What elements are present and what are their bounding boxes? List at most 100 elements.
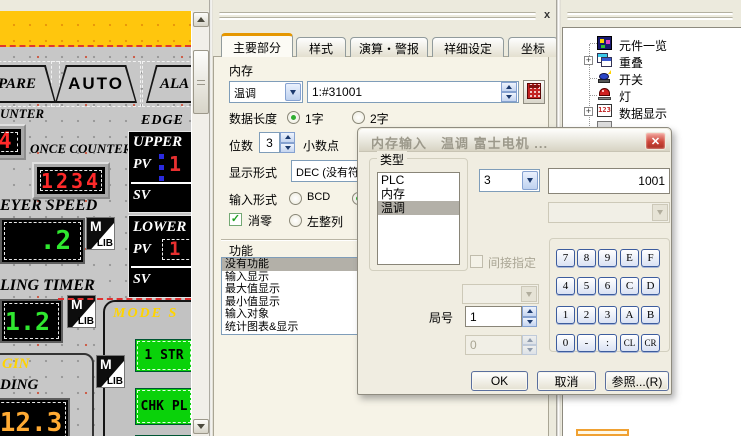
combo-arrow-icon[interactable]	[522, 171, 538, 190]
function-item[interactable]: 输入显示	[222, 271, 357, 284]
panel-grip[interactable]	[567, 17, 733, 20]
radio-1word[interactable]	[287, 111, 300, 124]
counter-display[interactable]: 4	[0, 124, 26, 160]
hmi-yellow-bar[interactable]	[0, 11, 191, 47]
memory-address-input[interactable]	[307, 81, 519, 103]
lower-loop-panel[interactable]: LOWER PV 1 SV	[128, 215, 191, 298]
keypad-key-0[interactable]: 0	[556, 334, 575, 352]
keypad-key-8[interactable]: 8	[577, 249, 596, 267]
speed-display[interactable]: .2	[0, 218, 85, 264]
panel-grip[interactable]	[219, 12, 536, 15]
mlib-badge-icon[interactable]: M LIB	[86, 217, 115, 250]
memory-reference-button[interactable]	[523, 80, 545, 104]
orange-selection-fragment[interactable]	[576, 429, 629, 436]
pv-value[interactable]: 1	[169, 154, 181, 174]
cancel-button[interactable]: 取消	[537, 371, 596, 391]
keypad-key-f[interactable]: F	[641, 249, 660, 267]
memory-address-spinner[interactable]	[501, 82, 517, 102]
keypad-key-3[interactable]: 3	[598, 306, 617, 324]
selection-handle[interactable]	[159, 176, 164, 181]
upper-loop-panel[interactable]: UPPER PV 1 SV	[128, 131, 191, 213]
type-listbox[interactable]: PLC 内存 温调	[377, 172, 460, 265]
tree-expander-icon[interactable]: +	[584, 56, 593, 65]
station-input[interactable]	[465, 306, 522, 327]
tree-item-parts-list[interactable]: 元件一览	[619, 37, 667, 54]
keypad-key-1[interactable]: 1	[556, 306, 575, 324]
panel-close-button[interactable]: x	[540, 8, 554, 22]
spin-down-icon[interactable]	[280, 143, 295, 154]
keypad-key-5[interactable]: 5	[577, 277, 596, 295]
panel-grip[interactable]	[567, 12, 733, 15]
tab-operation-alarm[interactable]: 演算・警报	[350, 37, 428, 57]
weighing-display[interactable]: 12.3	[0, 398, 70, 436]
radio-left-align[interactable]	[289, 214, 302, 227]
tree-item-overlap[interactable]: 重叠	[619, 54, 643, 71]
spin-up-icon[interactable]	[501, 82, 517, 92]
keypad-key-cl[interactable]: CL	[620, 334, 639, 352]
type-item-memory[interactable]: 内存	[378, 187, 459, 201]
combo-arrow-icon[interactable]	[285, 83, 301, 101]
editor-vertical-scrollbar[interactable]	[191, 11, 209, 436]
keypad-key-6[interactable]: 6	[598, 277, 617, 295]
zero-clear-checkbox[interactable]: ✓	[229, 213, 242, 226]
station-spinner[interactable]	[522, 306, 537, 327]
tree-item-switch[interactable]: 开关	[619, 71, 643, 88]
display-format-combobox[interactable]: DEC (没有符	[291, 160, 361, 182]
keypad-key-colon[interactable]: :	[598, 334, 617, 352]
function-item[interactable]: 最大值显示	[222, 283, 357, 296]
panel-grip[interactable]	[219, 17, 536, 20]
type-item-plc[interactable]: PLC	[378, 173, 459, 187]
keypad-key-cr[interactable]: CR	[641, 334, 660, 352]
keypad-key-7[interactable]: 7	[556, 249, 575, 267]
dialog-titlebar[interactable]: 内存输入 温调 富士电机 ... ✕	[359, 129, 670, 152]
address-input[interactable]	[548, 168, 670, 194]
hmi-button-chkpl[interactable]: CHK PL	[135, 388, 191, 425]
spin-down-icon[interactable]	[501, 92, 517, 102]
keypad-key-d[interactable]: D	[641, 277, 660, 295]
keypad-key-b[interactable]: B	[641, 306, 660, 324]
selection-handle[interactable]	[159, 165, 164, 170]
tree-expander-icon[interactable]: +	[584, 107, 593, 116]
hmi-button-1str[interactable]: 1 STR	[135, 339, 191, 372]
dialog-close-button[interactable]: ✕	[645, 132, 666, 150]
reference-button[interactable]: 参照...(R)	[605, 371, 669, 391]
spin-down-icon[interactable]	[522, 317, 537, 328]
keypad-key-a[interactable]: A	[620, 306, 639, 324]
function-item[interactable]: 最小值显示	[222, 296, 357, 309]
tab-detail-setting[interactable]: 祥细设定	[432, 37, 504, 57]
selection-handle[interactable]	[159, 154, 164, 159]
hmi-screen-tab-auto[interactable]: AUTO	[55, 65, 137, 103]
tree-item-lamp[interactable]: 灯	[619, 88, 631, 105]
spin-up-icon[interactable]	[522, 306, 537, 317]
keypad-key-e[interactable]: E	[620, 249, 639, 267]
spin-up-icon[interactable]	[280, 132, 295, 143]
ok-button[interactable]: OK	[471, 371, 528, 391]
keypad-key-9[interactable]: 9	[598, 249, 617, 267]
once-counter-display[interactable]: 1234	[32, 162, 110, 199]
tab-main-part[interactable]: 主要部分	[221, 33, 293, 57]
tree-item-data-display[interactable]: 数据显示	[619, 105, 667, 122]
keypad-key-4[interactable]: 4	[556, 277, 575, 295]
keypad-key-c[interactable]: C	[620, 277, 639, 295]
timer-display[interactable]: 1.2	[0, 299, 63, 343]
scroll-up-button[interactable]	[193, 12, 209, 27]
keypad-key-2[interactable]: 2	[577, 306, 596, 324]
channel-combobox[interactable]: 3	[479, 169, 540, 192]
function-item[interactable]: 没有功能	[222, 258, 357, 271]
tab-style[interactable]: 样式	[296, 37, 346, 57]
digits-spinner[interactable]	[280, 132, 295, 153]
mlib-badge-icon[interactable]: M LIB	[96, 355, 125, 388]
type-item-temp-control[interactable]: 温调	[378, 201, 459, 215]
function-item[interactable]: 输入对象	[222, 308, 357, 321]
keypad-key-minus[interactable]: -	[577, 334, 596, 352]
memory-type-combobox[interactable]: 温调	[229, 81, 303, 103]
scroll-down-button[interactable]	[193, 419, 209, 434]
function-item[interactable]: 统计图表&显示	[222, 321, 357, 334]
function-listbox[interactable]: 没有功能 输入显示 最大值显示 最小值显示 输入对象 统计图表&显示	[221, 257, 358, 335]
tab-coordinates[interactable]: 坐标	[508, 37, 558, 57]
hmi-edit-canvas[interactable]: PARE AUTO ALA UNTER EDGE ONCE COUNTER EY…	[0, 11, 191, 436]
pv-value[interactable]: 1	[169, 240, 180, 259]
radio-2word[interactable]	[352, 111, 365, 124]
digits-input[interactable]	[259, 132, 280, 153]
scroll-thumb[interactable]	[193, 50, 209, 114]
